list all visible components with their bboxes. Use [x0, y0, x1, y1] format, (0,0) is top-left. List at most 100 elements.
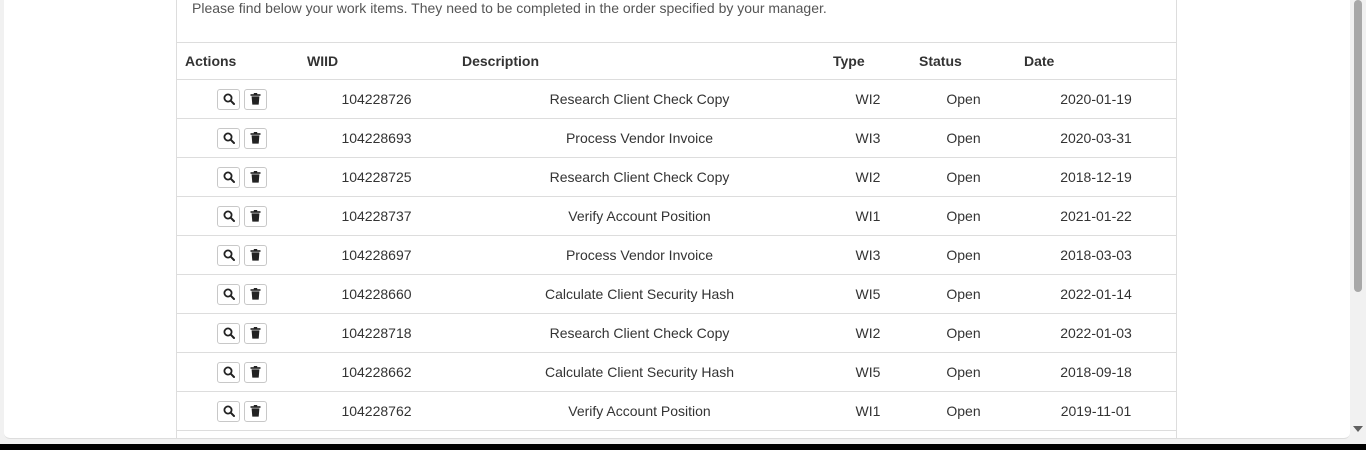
scrollbar-thumb[interactable]	[1354, 0, 1362, 292]
view-button[interactable]	[217, 361, 240, 383]
view-button[interactable]	[217, 88, 240, 110]
actions-cell	[177, 235, 299, 275]
status-cell: Open	[911, 196, 1016, 236]
type-cell: WI2	[825, 79, 911, 119]
trash-icon	[250, 93, 261, 105]
table-row: 104228718 Research Client Check Copy WI2 Op…	[177, 313, 1176, 353]
search-icon	[223, 327, 235, 339]
table-row: 104228662 Calculate Client Security Hash W…	[177, 352, 1176, 392]
type-cell: WI1	[825, 196, 911, 236]
trash-icon	[250, 288, 261, 300]
trash-icon	[250, 171, 261, 183]
date-cell: 2021-01-22	[1016, 196, 1176, 236]
view-button[interactable]	[217, 127, 240, 149]
delete-button[interactable]	[244, 205, 267, 227]
page-content: Please find below your work items. They …	[4, 0, 1350, 439]
view-button[interactable]	[217, 400, 240, 422]
table-body: 104228726 Research Client Check Copy WI2 Op…	[177, 79, 1176, 431]
search-icon	[223, 366, 235, 378]
status-cell: Open	[911, 274, 1016, 314]
date-cell: 2020-01-19	[1016, 79, 1176, 119]
actions-cell	[177, 391, 299, 431]
wiid-cell: 104228660	[299, 274, 454, 314]
delete-button[interactable]	[244, 400, 267, 422]
actions-cell	[177, 157, 299, 197]
trash-icon	[250, 249, 261, 261]
table-row: 104228726 Research Client Check Copy WI2 Op…	[177, 79, 1176, 119]
status-cell: Open	[911, 313, 1016, 353]
delete-button[interactable]	[244, 127, 267, 149]
view-button[interactable]	[217, 205, 240, 227]
view-button[interactable]	[217, 244, 240, 266]
actions-cell	[177, 79, 299, 119]
work-items-table: Actions WIID Description Type Status Dat…	[177, 42, 1176, 431]
header-date[interactable]: Date	[1016, 42, 1176, 80]
type-cell: WI3	[825, 118, 911, 158]
description-cell: Verify Account Position	[454, 391, 825, 431]
wiid-cell: 104228762	[299, 391, 454, 431]
search-icon	[223, 288, 235, 300]
actions-cell	[177, 118, 299, 158]
work-items-panel: Please find below your work items. They …	[176, 0, 1177, 438]
date-cell: 2022-01-14	[1016, 274, 1176, 314]
description-cell: Process Vendor Invoice	[454, 235, 825, 275]
trash-icon	[250, 366, 261, 378]
header-wiid[interactable]: WIID	[299, 42, 454, 80]
header-description[interactable]: Description	[454, 42, 825, 80]
table-row: 104228660 Calculate Client Security Hash W…	[177, 274, 1176, 314]
view-button[interactable]	[217, 322, 240, 344]
wiid-cell: 104228718	[299, 313, 454, 353]
type-cell: WI1	[825, 391, 911, 431]
trash-icon	[250, 405, 261, 417]
intro-text: Please find below your work items. They …	[192, 0, 827, 16]
status-cell: Open	[911, 391, 1016, 431]
delete-button[interactable]	[244, 361, 267, 383]
wiid-cell: 104228697	[299, 235, 454, 275]
browser-viewport: Please find below your work items. They …	[0, 0, 1366, 444]
type-cell: WI2	[825, 157, 911, 197]
vertical-scrollbar[interactable]	[1350, 0, 1366, 444]
search-icon	[223, 171, 235, 183]
wiid-cell: 104228725	[299, 157, 454, 197]
date-cell: 2018-03-03	[1016, 235, 1176, 275]
delete-button[interactable]	[244, 88, 267, 110]
table-row: 104228693 Process Vendor Invoice WI3 Open 20…	[177, 118, 1176, 158]
trash-icon	[250, 327, 261, 339]
table-row: 104228697 Process Vendor Invoice WI3 Open 20…	[177, 235, 1176, 275]
trash-icon	[250, 132, 261, 144]
search-icon	[223, 405, 235, 417]
status-cell: Open	[911, 79, 1016, 119]
delete-button[interactable]	[244, 322, 267, 344]
actions-cell	[177, 274, 299, 314]
date-cell: 2019-11-01	[1016, 391, 1176, 431]
date-cell: 2018-09-18	[1016, 352, 1176, 392]
search-icon	[223, 210, 235, 222]
search-icon	[223, 249, 235, 261]
view-button[interactable]	[217, 283, 240, 305]
scroll-down-arrow-icon[interactable]	[1353, 426, 1363, 432]
type-cell: WI5	[825, 352, 911, 392]
description-cell: Process Vendor Invoice	[454, 118, 825, 158]
description-cell: Research Client Check Copy	[454, 313, 825, 353]
status-cell: Open	[911, 118, 1016, 158]
description-cell: Calculate Client Security Hash	[454, 274, 825, 314]
delete-button[interactable]	[244, 283, 267, 305]
delete-button[interactable]	[244, 244, 267, 266]
header-type[interactable]: Type	[825, 42, 911, 80]
type-cell: WI5	[825, 274, 911, 314]
search-icon	[223, 93, 235, 105]
view-button[interactable]	[217, 166, 240, 188]
date-cell: 2020-03-31	[1016, 118, 1176, 158]
type-cell: WI3	[825, 235, 911, 275]
status-cell: Open	[911, 157, 1016, 197]
wiid-cell: 104228726	[299, 79, 454, 119]
header-status[interactable]: Status	[911, 42, 1016, 80]
table-row: 104228725 Research Client Check Copy WI2 Op…	[177, 157, 1176, 197]
status-cell: Open	[911, 235, 1016, 275]
delete-button[interactable]	[244, 166, 267, 188]
header-actions: Actions	[177, 42, 299, 80]
actions-cell	[177, 352, 299, 392]
actions-cell	[177, 196, 299, 236]
trash-icon	[250, 210, 261, 222]
type-cell: WI2	[825, 313, 911, 353]
